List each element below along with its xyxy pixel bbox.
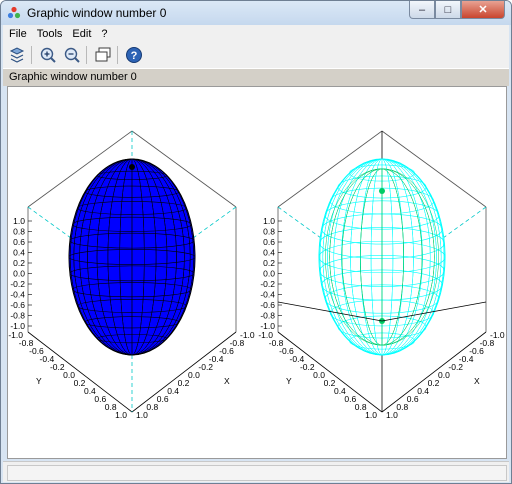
z-tick-label: 0.8 xyxy=(13,227,25,237)
toolbar-separator xyxy=(86,46,87,64)
title-bar[interactable]: Graphic window number 0 – □ ✕ xyxy=(1,1,511,25)
x-tick-label: 0.6 xyxy=(407,394,419,404)
status-field xyxy=(7,465,507,481)
select-window-icon xyxy=(95,47,111,62)
help-icon: ? xyxy=(126,47,142,63)
maximize-icon: □ xyxy=(444,3,452,16)
plot-mesh-3d: 1.00.80.60.40.20.0-0.2-0.4-0.6-0.8-1.0-1… xyxy=(258,130,505,420)
status-bar xyxy=(3,461,509,482)
toolbar-separator xyxy=(31,46,32,64)
z-tick-label: 0.8 xyxy=(263,227,275,237)
mesh-pole-top xyxy=(379,188,385,194)
z-tick-label: 0.0 xyxy=(13,269,25,279)
menu-edit[interactable]: Edit xyxy=(72,28,91,40)
plot-surface-3d: 1.00.80.60.40.20.0-0.2-0.4-0.6-0.8-1.0-1… xyxy=(8,130,255,420)
zoom-out-icon xyxy=(64,47,80,63)
maximize-button[interactable]: □ xyxy=(435,1,461,19)
z-tick-label: -0.6 xyxy=(10,300,25,310)
x-tick-label: 0.2 xyxy=(178,378,190,388)
zoom-in-button[interactable] xyxy=(38,45,58,65)
z-tick-label: 0.4 xyxy=(263,248,275,258)
x-tick-label: 0.0 xyxy=(188,370,200,380)
z-tick-label: -0.2 xyxy=(10,279,25,289)
x-axis-label: X xyxy=(224,376,230,386)
menu-file[interactable]: File xyxy=(9,28,27,40)
y-tick-label: 1.0 xyxy=(115,410,127,420)
z-tick-label: 0.2 xyxy=(13,258,25,268)
z-tick-label: 0.2 xyxy=(263,258,275,268)
x-axis-label: X xyxy=(474,376,480,386)
x-tick-label: 0.8 xyxy=(146,402,158,412)
zoom-in-icon xyxy=(40,47,56,63)
menu-help[interactable]: ? xyxy=(101,28,107,40)
x-tick-label: 0.0 xyxy=(438,370,450,380)
x-tick-label: 1.0 xyxy=(136,410,148,420)
y-axis-label: Y xyxy=(36,376,42,386)
z-tick-label: -0.8 xyxy=(10,311,25,321)
select-window-button[interactable] xyxy=(93,45,113,65)
z-tick-label: 1.0 xyxy=(13,216,25,226)
svg-text:?: ? xyxy=(131,50,138,62)
close-button[interactable]: ✕ xyxy=(461,1,505,19)
toolbar-separator xyxy=(117,46,118,64)
menu-bar: File Tools Edit ? xyxy=(3,25,509,42)
z-tick-label: -0.4 xyxy=(260,290,275,300)
x-tick-label: 0.2 xyxy=(428,378,440,388)
z-tick-label: 1.0 xyxy=(263,216,275,226)
info-text: Graphic window number 0 xyxy=(9,71,137,83)
z-tick-label: -0.2 xyxy=(260,279,275,289)
x-tick-label: -0.2 xyxy=(198,362,213,372)
x-tick-label: 0.6 xyxy=(157,394,169,404)
help-button[interactable]: ? xyxy=(124,45,144,65)
scilab-app-icon xyxy=(7,6,21,19)
x-tick-label: 0.4 xyxy=(167,386,179,396)
rotate-button[interactable] xyxy=(7,45,27,65)
zoom-out-button[interactable] xyxy=(62,45,82,65)
z-tick-label: 0.6 xyxy=(263,237,275,247)
z-tick-label: 0.6 xyxy=(13,237,25,247)
x-tick-label: 1.0 xyxy=(386,410,398,420)
y-tick-label: 1.0 xyxy=(365,410,377,420)
menu-tools[interactable]: Tools xyxy=(37,28,63,40)
z-tick-label: -0.4 xyxy=(10,290,25,300)
z-tick-label: 0.0 xyxy=(263,269,275,279)
window-title: Graphic window number 0 xyxy=(27,6,167,20)
x-tick-label: 0.8 xyxy=(396,402,408,412)
close-icon: ✕ xyxy=(478,4,488,16)
graphic-canvas[interactable]: 1.0 0.8 0.6 0.4 0.2 0.0 -0.2 -0.4 -0.6 -0.8 -1.0 -1… xyxy=(7,86,507,459)
x-tick-label: 0.4 xyxy=(417,386,429,396)
z-tick-label: -0.6 xyxy=(260,300,275,310)
info-bar: Graphic window number 0 xyxy=(3,68,509,86)
minimize-button[interactable]: – xyxy=(409,1,435,19)
y-axis-label: Y xyxy=(286,376,292,386)
toolbar: ? xyxy=(3,42,509,69)
x-tick-label: -0.2 xyxy=(448,362,463,372)
sphere-pole xyxy=(129,164,135,170)
graphic-window: Graphic window number 0 – □ ✕ File Tools… xyxy=(0,0,512,484)
z-tick-label: 0.4 xyxy=(13,248,25,258)
plots-svg[interactable]: 1.00.80.60.40.20.0-0.2-0.4-0.6-0.8-1.0-1… xyxy=(8,87,506,458)
z-tick-label: -0.8 xyxy=(260,311,275,321)
rotate-icon xyxy=(9,47,25,63)
minimize-icon: – xyxy=(418,3,426,16)
